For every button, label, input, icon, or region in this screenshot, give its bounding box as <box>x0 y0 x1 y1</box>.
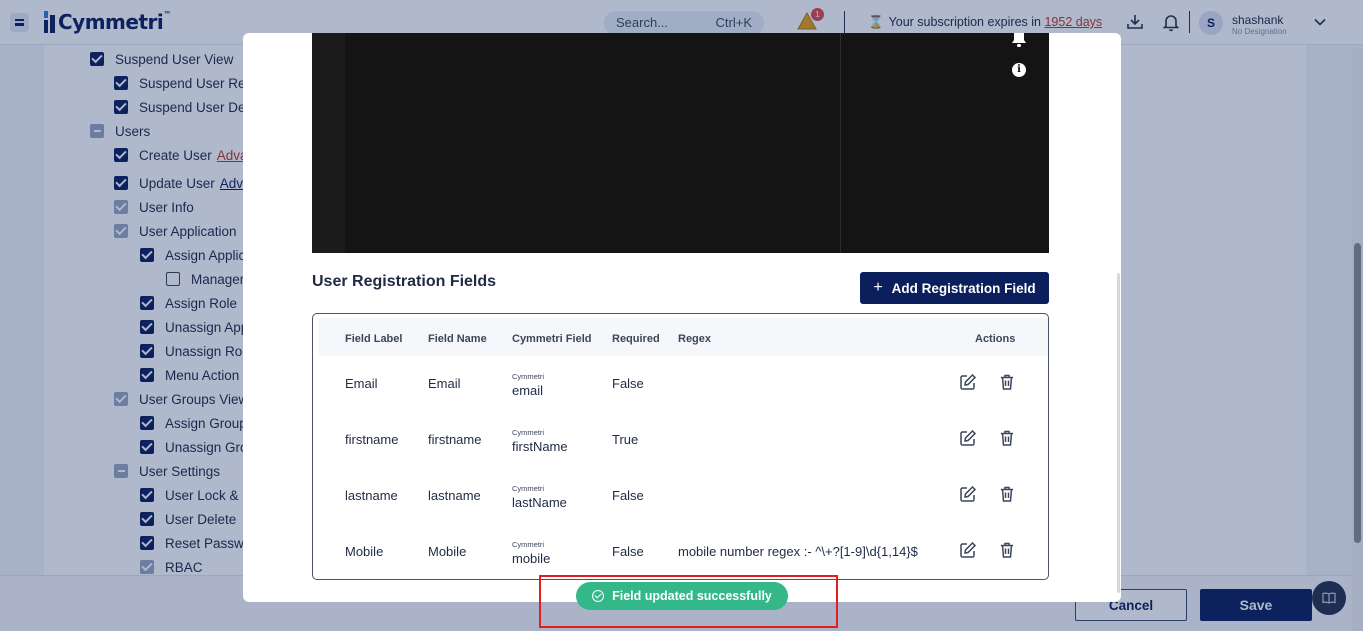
field-name-cell: Email <box>428 376 461 391</box>
column-header-field-label: Field Label <box>345 333 403 345</box>
field-name-cell: lastname <box>428 488 481 503</box>
highlight-box <box>539 575 838 628</box>
column-header-required: Required <box>612 333 660 345</box>
field-name-cell: firstname <box>428 432 482 447</box>
cymmetri-caption: Cymmetri <box>512 372 545 381</box>
registration-fields-table: Field Label Field Name Cymmetri Field Re… <box>312 313 1049 580</box>
video-divider <box>840 33 841 253</box>
video-gutter <box>312 33 345 253</box>
info-icon[interactable]: i <box>1012 63 1026 77</box>
cymmetri-caption: Cymmetri <box>512 540 545 549</box>
edit-icon[interactable] <box>958 428 978 448</box>
trash-icon[interactable] <box>997 372 1017 392</box>
required-cell: False <box>612 376 644 391</box>
required-cell: True <box>612 432 639 447</box>
cymmetri-field-cell: mobile <box>512 551 551 566</box>
trash-icon[interactable] <box>997 428 1017 448</box>
add-registration-field-label: Add Registration Field <box>891 280 1036 296</box>
add-registration-field-button[interactable]: + Add Registration Field <box>860 272 1049 304</box>
table-row: Email Email Cymmetri email False <box>313 358 1048 414</box>
table-row: lastname lastname Cymmetri lastName False <box>313 470 1048 526</box>
trash-icon[interactable] <box>997 484 1017 504</box>
required-cell: False <box>612 544 644 559</box>
field-label-cell: Mobile <box>345 544 384 559</box>
bell-icon[interactable] <box>1010 33 1028 47</box>
column-header-regex: Regex <box>678 333 712 345</box>
cymmetri-field-cell: lastName <box>512 495 567 510</box>
field-label-cell: Email <box>345 376 378 391</box>
table-row: Mobile Mobile Cymmetri mobile False mobile nu… <box>313 526 1048 579</box>
field-label-cell: lastname <box>345 488 398 503</box>
trash-icon[interactable] <box>997 540 1017 560</box>
video-player[interactable] <box>312 33 1049 253</box>
regex-cell: mobile number regex :- ^\+?[1-9]\d{1,14}… <box>678 544 918 559</box>
cymmetri-field-cell: firstName <box>512 439 568 454</box>
required-cell: False <box>612 488 644 503</box>
section-title: User Registration Fields <box>312 273 497 290</box>
field-name-cell: Mobile <box>428 544 467 559</box>
cymmetri-field-cell: email <box>512 383 544 398</box>
column-header-actions: Actions <box>975 333 1016 345</box>
cymmetri-caption: Cymmetri <box>512 484 545 493</box>
cymmetri-caption: Cymmetri <box>512 428 545 437</box>
column-header-field-name: Field Name <box>428 333 487 345</box>
column-header-cymmetri-field: Cymmetri Field <box>512 333 592 345</box>
table-row: firstname firstname Cymmetri firstName True <box>313 414 1048 470</box>
modal-scrollbar[interactable] <box>1117 273 1120 593</box>
registration-fields-modal: i User Registration Fields + Add Registr… <box>243 33 1121 602</box>
edit-icon[interactable] <box>958 484 978 504</box>
edit-icon[interactable] <box>958 540 978 560</box>
plus-icon: + <box>873 279 883 296</box>
field-label-cell: firstname <box>345 432 399 447</box>
edit-icon[interactable] <box>958 372 978 392</box>
table-header: Field Label Field Name Cymmetri Field Re… <box>319 318 1048 356</box>
